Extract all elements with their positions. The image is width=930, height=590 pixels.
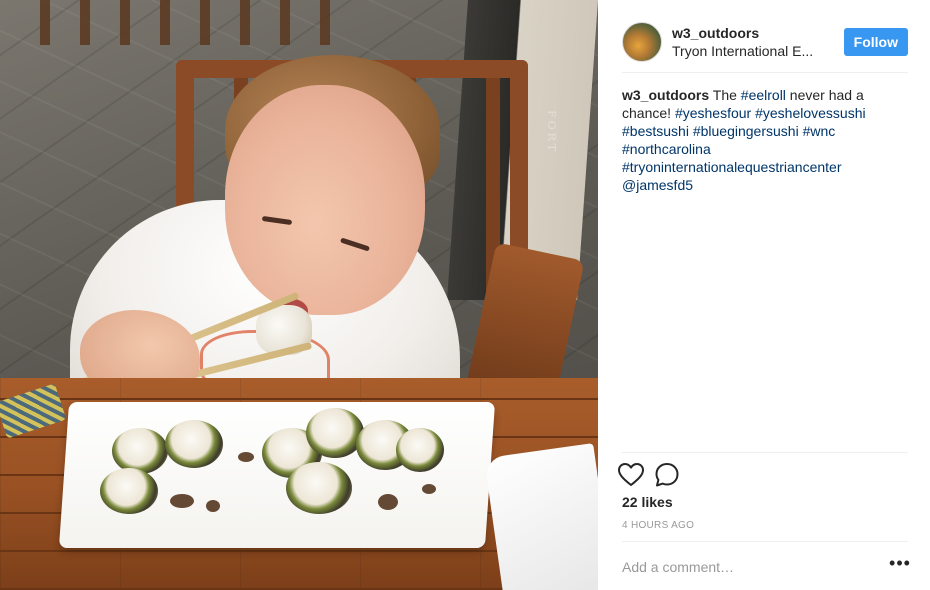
post-side-panel: w3_outdoors Tryon International E... Fol… (598, 0, 930, 590)
more-options-button[interactable]: ••• (888, 554, 912, 578)
mention-link[interactable]: @jamesfd5 (622, 177, 693, 193)
sauce-drop (422, 484, 436, 494)
hashtag-link[interactable]: #yeshelovessushi (755, 105, 866, 121)
child-face (225, 85, 425, 315)
hashtag-link[interactable]: #northcarolina (622, 141, 711, 157)
background-sign-text: FORT (545, 110, 558, 155)
sauce-drop (378, 494, 398, 510)
caption-text: The (712, 87, 741, 103)
sushi-roll (100, 468, 158, 514)
comment-input[interactable] (622, 554, 872, 580)
instagram-post: FORT w3_outdoors Tryon International E..… (0, 0, 930, 590)
sushi-roll (112, 428, 168, 474)
divider (622, 452, 908, 453)
sushi-roll (306, 408, 364, 458)
post-actions (618, 460, 690, 490)
post-header: w3_outdoors Tryon International E... Fol… (622, 12, 908, 72)
heart-outline-icon[interactable] (618, 460, 654, 490)
hashtag-link[interactable]: #wnc (803, 123, 836, 139)
hashtag-link[interactable]: #bluegingersushi (693, 123, 799, 139)
sauce-drop (238, 452, 254, 462)
post-timestamp[interactable]: 4 HOURS AGO (622, 520, 694, 531)
sushi-roll (286, 462, 352, 514)
username-link[interactable]: w3_outdoors (672, 24, 832, 42)
sushi-roll (165, 420, 223, 468)
speech-bubble-icon[interactable] (654, 460, 690, 490)
hashtag-link[interactable]: #bestsushi (622, 123, 689, 139)
follow-button[interactable]: Follow (843, 28, 908, 56)
hashtag-link[interactable]: #yeshesfour (675, 105, 751, 121)
background-railing (40, 0, 340, 45)
sauce-drop (206, 500, 220, 512)
divider (622, 72, 908, 73)
sushi-roll (396, 428, 444, 472)
post-caption: w3_outdoors The #eelroll never had a cha… (622, 86, 908, 194)
post-photo[interactable]: FORT (0, 0, 598, 590)
divider (622, 541, 908, 542)
caption-username-link[interactable]: w3_outdoors (622, 87, 709, 103)
location-link[interactable]: Tryon International E... (672, 42, 827, 60)
avatar[interactable] (622, 22, 662, 62)
header-text: w3_outdoors Tryon International E... (672, 24, 832, 60)
napkin (484, 443, 598, 590)
likes-count[interactable]: 22 likes (622, 494, 673, 510)
hashtag-link[interactable]: #tryoninternationalequestriancenter (622, 159, 841, 175)
hashtag-link[interactable]: #eelroll (741, 87, 786, 103)
sauce-drop (170, 494, 194, 508)
